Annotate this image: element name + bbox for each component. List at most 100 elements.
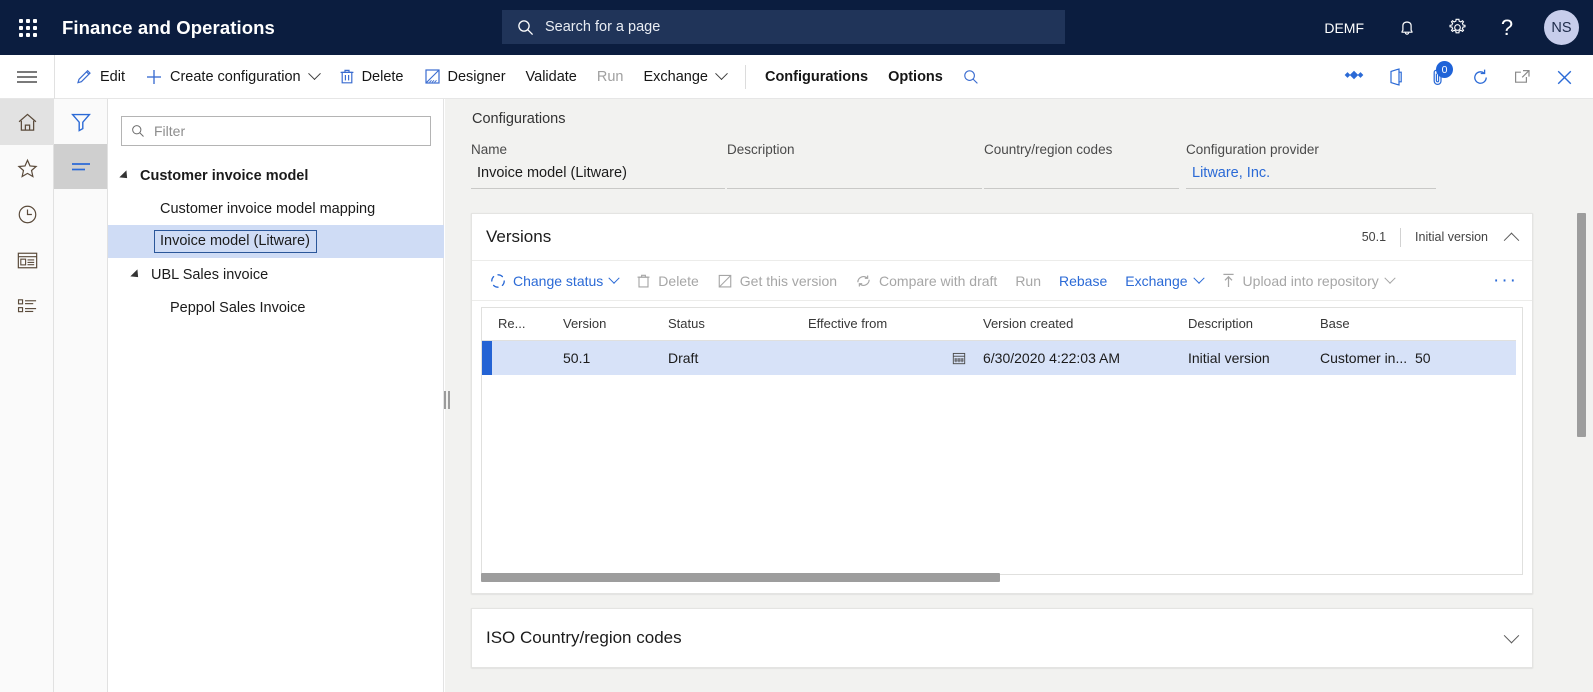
- tree-filter-input[interactable]: Filter: [121, 116, 431, 146]
- command-search-button[interactable]: [953, 55, 989, 99]
- upload-into-repository-button: Upload into repository: [1212, 261, 1403, 301]
- field-country-codes-label: Country/region codes: [984, 142, 1113, 157]
- upload-into-repository-label: Upload into repository: [1242, 272, 1379, 289]
- tree-node-customer-invoice-model-mapping[interactable]: Customer invoice model mapping: [108, 192, 444, 225]
- create-configuration-button[interactable]: Create configuration: [135, 55, 329, 99]
- settings-button[interactable]: [1432, 0, 1482, 55]
- expand-triangle-icon[interactable]: [130, 268, 142, 281]
- col-description[interactable]: Description: [1182, 308, 1314, 341]
- attachments-badge: 0: [1436, 61, 1453, 78]
- col-version[interactable]: Version: [557, 308, 662, 341]
- chevron-down-icon: [608, 272, 620, 284]
- notifications-button[interactable]: [1382, 0, 1432, 55]
- plus-icon: [147, 69, 161, 84]
- field-configuration-provider-input[interactable]: Litware, Inc.: [1186, 165, 1436, 189]
- cell-status[interactable]: Draft: [662, 340, 802, 375]
- cell-effective-from[interactable]: [802, 340, 977, 375]
- cell-base[interactable]: Customer in...: [1314, 340, 1409, 375]
- cell-description[interactable]: Initial version: [1182, 340, 1314, 375]
- change-status-button[interactable]: Change status: [481, 261, 627, 301]
- tree-node-invoice-model-litware[interactable]: Invoice model (Litware): [108, 225, 444, 258]
- app-launcher-button[interactable]: [0, 0, 55, 55]
- rail-item-workspaces[interactable]: [0, 237, 54, 283]
- filter-toggle-button[interactable]: [54, 99, 107, 144]
- scrollbar-thumb[interactable]: [481, 573, 1000, 582]
- col-effective-from[interactable]: Effective from: [802, 308, 977, 341]
- chevron-down-icon[interactable]: [1503, 627, 1520, 643]
- rail-item-favorites[interactable]: [0, 145, 54, 191]
- close-button[interactable]: [1543, 55, 1585, 99]
- tree-node-label: Peppol Sales Invoice: [170, 299, 306, 316]
- rebase-button[interactable]: Rebase: [1050, 261, 1116, 301]
- edit-label: Edit: [100, 68, 125, 85]
- field-description-input[interactable]: [727, 165, 982, 189]
- office-app-button[interactable]: [1375, 55, 1417, 99]
- scrollbar-thumb[interactable]: [1577, 213, 1586, 437]
- filter-funnel-icon: [70, 113, 91, 132]
- upload-icon: [1222, 273, 1234, 287]
- col-version-created[interactable]: Version created: [977, 308, 1182, 341]
- popout-button[interactable]: [1501, 55, 1543, 99]
- field-country-codes-input[interactable]: [984, 165, 1179, 189]
- refresh-button[interactable]: [1459, 55, 1501, 99]
- versions-card-header[interactable]: Versions 50.1 Initial version: [472, 214, 1532, 261]
- col-re[interactable]: Re...: [492, 308, 557, 341]
- global-search-box[interactable]: Search for a page: [502, 10, 1065, 44]
- col-base[interactable]: Base: [1314, 308, 1409, 341]
- status-spinner-icon: [491, 273, 505, 288]
- trash-icon: [637, 274, 650, 287]
- help-button[interactable]: ?: [1482, 0, 1532, 55]
- trash-icon: [340, 69, 353, 84]
- cell-base-version[interactable]: 50: [1409, 340, 1516, 375]
- cell-version-created[interactable]: 6/30/2020 4:22:03 AM: [977, 340, 1182, 375]
- col-marker: [482, 308, 492, 341]
- col-base-version: [1409, 308, 1516, 341]
- delete-button[interactable]: Delete: [329, 55, 414, 99]
- iso-country-codes-header[interactable]: ISO Country/region codes: [472, 609, 1532, 667]
- designer-button[interactable]: Designer: [414, 55, 516, 99]
- refresh-icon: [1473, 69, 1487, 84]
- workspaces-icon: [17, 252, 37, 268]
- hamburger-menu-icon: [17, 70, 37, 83]
- power-apps-button[interactable]: [1333, 55, 1375, 99]
- compare-icon: [857, 274, 870, 287]
- expand-triangle-icon[interactable]: [119, 169, 131, 182]
- delete-label: Delete: [361, 68, 404, 85]
- tree-list-toggle-button[interactable]: [54, 144, 107, 189]
- tree-node-customer-invoice-model[interactable]: Customer invoice model: [108, 159, 444, 192]
- validate-button[interactable]: Validate: [516, 55, 587, 99]
- version-exchange-label: Exchange: [1125, 272, 1188, 289]
- power-apps-icon: [1344, 70, 1364, 80]
- tab-options[interactable]: Options: [878, 55, 953, 99]
- field-description: Description: [727, 142, 982, 198]
- exchange-button[interactable]: Exchange: [633, 55, 736, 99]
- chevron-up-icon[interactable]: [1503, 232, 1520, 248]
- rail-item-home[interactable]: [0, 99, 54, 145]
- main-vertical-scrollbar[interactable]: [1577, 105, 1586, 685]
- field-name-input[interactable]: Invoice model (Litware): [471, 165, 725, 189]
- field-configuration-provider-label: Configuration provider: [1186, 142, 1319, 157]
- versions-overflow-button[interactable]: ···: [1493, 271, 1518, 290]
- user-avatar[interactable]: NS: [1544, 10, 1579, 45]
- configuration-tree-panel: Filter Customer invoice model Customer i…: [108, 99, 444, 692]
- tree-node-ubl-sales-invoice[interactable]: UBL Sales invoice: [108, 258, 444, 291]
- panel-splitter[interactable]: [437, 99, 453, 692]
- chevron-down-icon: [307, 67, 321, 81]
- nav-menu-toggle[interactable]: [0, 54, 55, 99]
- versions-grid-toolbar: Change status Delete Get this version Co…: [472, 261, 1532, 301]
- rail-item-modules[interactable]: [0, 283, 54, 329]
- tab-configurations[interactable]: Configurations: [755, 55, 878, 99]
- versions-grid-horizontal-scrollbar[interactable]: [481, 573, 1523, 582]
- rail-item-recent[interactable]: [0, 191, 54, 237]
- attachments-button[interactable]: 0: [1417, 55, 1459, 99]
- version-run-label: Run: [1015, 272, 1041, 289]
- col-status[interactable]: Status: [662, 308, 802, 341]
- company-selector[interactable]: DEMF: [1306, 20, 1382, 36]
- edit-button[interactable]: Edit: [66, 55, 135, 99]
- get-version-icon: [718, 274, 732, 287]
- table-row[interactable]: 50.1 Draft 6/30/2020 4:22:03 AM Initial …: [482, 340, 1516, 375]
- cell-version[interactable]: 50.1: [557, 340, 662, 375]
- version-exchange-button[interactable]: Exchange: [1116, 261, 1211, 301]
- tree-node-peppol-sales-invoice[interactable]: Peppol Sales Invoice: [108, 291, 444, 324]
- tree-list-icon: [71, 162, 90, 170]
